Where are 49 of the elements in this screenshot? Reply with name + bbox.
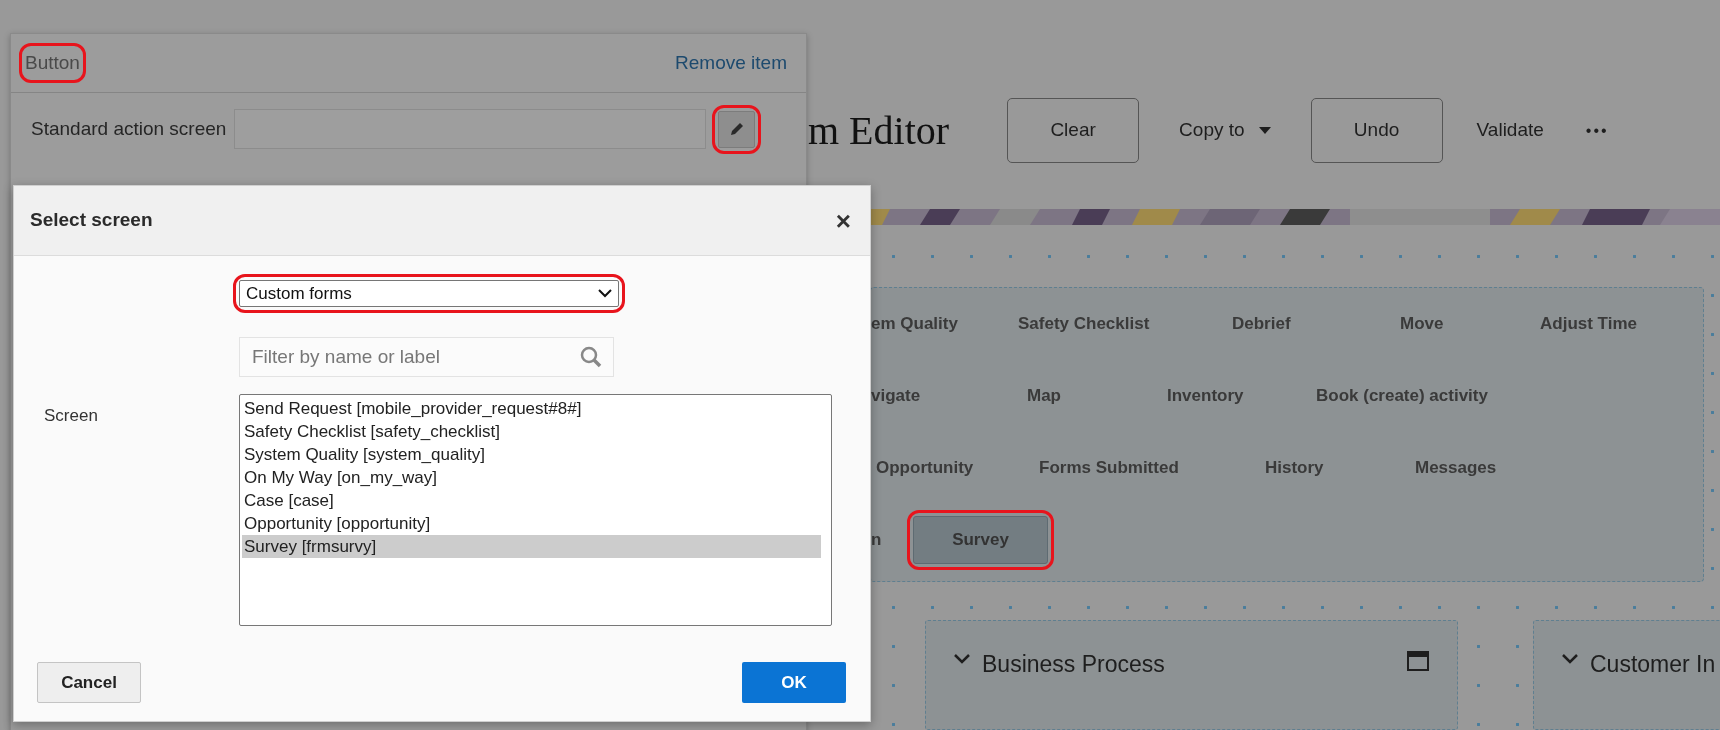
action-item[interactable]: n (871, 527, 882, 553)
screen-type-dropdown[interactable]: Custom forms (239, 280, 619, 307)
action-item[interactable]: Debrief (1232, 311, 1291, 337)
more-button[interactable]: ••• (1577, 98, 1617, 163)
pencil-icon (728, 121, 745, 137)
screen-option[interactable]: On My Way [on_my_way] (242, 466, 821, 489)
screen-option[interactable]: Send Request [mobile_provider_request#8#] (242, 397, 821, 420)
filter-field[interactable]: Filter by name or label (239, 337, 614, 377)
dialog-title: Select screen (30, 208, 153, 233)
ok-button[interactable]: OK (742, 662, 846, 703)
chevron-down-icon (1562, 654, 1578, 664)
copy-to-menu-button[interactable]: Copy to (1163, 98, 1287, 163)
close-button[interactable]: × (835, 207, 851, 234)
caret-icon (1258, 126, 1271, 135)
card-title: Business Process (982, 650, 1165, 679)
card-title: Customer In (1590, 650, 1716, 679)
action-item[interactable]: Forms Submitted (1039, 455, 1179, 481)
action-item[interactable]: History (1265, 455, 1324, 481)
action-item[interactable]: Opportunity (876, 455, 974, 481)
remove-item-link[interactable]: Remove item (675, 48, 787, 78)
action-item[interactable]: Adjust Time (1540, 311, 1637, 337)
action-item[interactable]: Book (create) activity (1316, 383, 1488, 409)
cancel-button[interactable]: Cancel (37, 662, 141, 703)
window-icon (1407, 651, 1429, 671)
toolbar-button[interactable]: Validate (1466, 98, 1554, 163)
toolbar-button[interactable]: Undo (1310, 98, 1443, 163)
action-item[interactable]: em Quality (871, 311, 958, 337)
chevron-down-icon (598, 289, 612, 298)
screen-option[interactable]: Safety Checklist [safety_checklist] (242, 420, 821, 443)
screen-list[interactable]: Send Request [mobile_provider_request#8#] Safety Checklist [safety_checklist] System Quality [system_quality] On My Way [on_my_way] Case [case] Opportunity [opportunity] Survey [frmsurvy] (239, 394, 832, 626)
action-item[interactable]: Inventory (1167, 383, 1244, 409)
field-label: Standard action screen (31, 116, 227, 141)
action-item[interactable]: Move (1400, 311, 1444, 337)
action-item[interactable]: vigate (871, 383, 921, 409)
action-item[interactable]: Safety Checklist (1018, 311, 1150, 337)
edit-button[interactable] (718, 110, 756, 148)
search-icon (580, 346, 602, 368)
toolbar-button[interactable]: Clear (1007, 98, 1140, 163)
screen-option[interactable]: System Quality [system_quality] (242, 443, 821, 466)
chevron-down-icon (954, 654, 970, 664)
survey-action-button[interactable]: Survey (913, 516, 1048, 564)
action-item[interactable]: Map (1027, 383, 1061, 409)
screen-label: Screen (44, 405, 98, 427)
screen-option[interactable]: Survey [frmsurvy] (242, 535, 821, 558)
action-item[interactable]: Messages (1415, 455, 1497, 481)
screen-option[interactable]: Case [case] (242, 489, 821, 512)
page-title: m Editor (808, 106, 950, 155)
panel-title: Button (25, 51, 80, 73)
screen-option[interactable]: Opportunity [opportunity] (242, 512, 821, 535)
